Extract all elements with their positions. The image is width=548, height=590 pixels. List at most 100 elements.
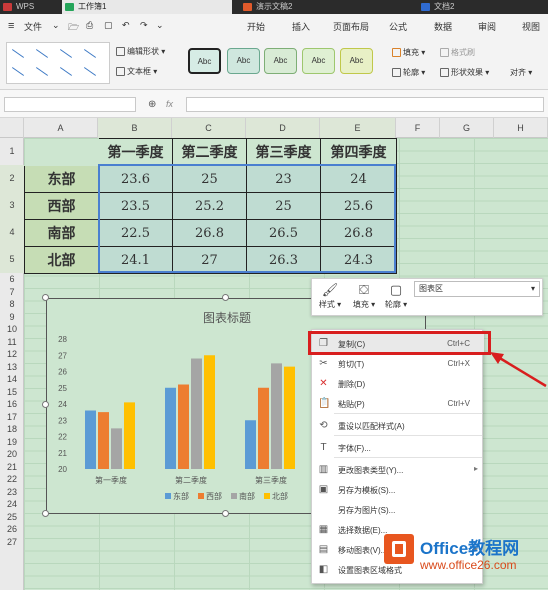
bar-南部[interactable] [111,428,122,469]
line-shape-icon[interactable] [11,49,25,58]
table-cell[interactable]: 24.1 [98,246,173,274]
chevron-down-icon[interactable]: ⌄ [52,20,60,31]
tab-workbook[interactable]: 工作簿1 [62,0,232,14]
row-header[interactable]: 12 [0,348,24,361]
resize-handle[interactable] [42,510,49,517]
row-header[interactable]: 3 [0,192,24,219]
column-header-h[interactable]: H [494,118,548,138]
row-header[interactable]: 16 [0,398,24,411]
row-header[interactable]: 4 [0,219,24,246]
shape-style-5[interactable]: Abc [340,48,373,74]
row-header[interactable]: 8 [0,298,24,311]
table-cell[interactable]: 24 [320,165,397,193]
column-header-e[interactable]: E [320,118,396,138]
tab-home[interactable]: 开始 [247,20,265,33]
redo-icon[interactable]: ↷ [140,20,148,31]
menu-item[interactable]: T 字体(F)... [312,438,484,457]
column-header-c[interactable]: C [172,118,246,138]
row-header[interactable]: 13 [0,361,24,374]
fill-button[interactable]: ⛋ 填充 ▾ [348,281,380,310]
row-header[interactable]: 7 [0,286,24,299]
column-header-b[interactable]: B [98,118,172,138]
table-cell[interactable]: 26.3 [246,246,321,274]
select-all-corner[interactable] [0,118,24,138]
resize-handle[interactable] [42,401,49,408]
format-painter-button[interactable]: 格式刷 [440,47,475,58]
edit-shape-button[interactable]: 编辑形状 ▾ [116,46,165,57]
align-button[interactable]: 对齐 ▾ [510,67,532,78]
menu-item[interactable]: ✕ 删除(D) [312,374,484,393]
table-cell[interactable]: 23.5 [98,192,173,220]
fill-button[interactable]: 填充 ▾ [392,47,425,58]
bar-西部[interactable] [178,384,189,470]
row-header[interactable]: 18 [0,423,24,436]
row-header[interactable]: 27 [0,536,24,549]
bar-东部[interactable] [245,420,256,469]
table-cell[interactable]: 25.2 [172,192,247,220]
tab-formulas[interactable]: 公式 [389,20,407,33]
row-header[interactable]: 2 [0,165,24,192]
open-icon[interactable]: 🗁 [68,20,79,36]
line-shape-icon[interactable] [83,67,97,76]
row-header[interactable]: 22 [0,473,24,486]
row-label-cell[interactable]: 西部 [24,192,99,220]
line-shape-icon[interactable] [35,67,49,76]
name-box[interactable] [4,97,136,112]
table-cell[interactable]: 26.8 [172,219,247,247]
tab-data[interactable]: 数据 [434,20,452,33]
table-cell[interactable]: 26.5 [246,219,321,247]
tab-document[interactable]: 文档2 [418,0,548,14]
column-header-a[interactable]: A [24,118,98,138]
table-corner-cell[interactable] [24,138,99,166]
table-cell[interactable]: 25.6 [320,192,397,220]
shape-style-2[interactable]: Abc [227,48,260,74]
resize-handle[interactable] [222,510,229,517]
row-header[interactable]: 24 [0,498,24,511]
line-shape-icon[interactable] [35,49,49,58]
menu-item[interactable]: ▣ 另存为模板(S)... [312,480,484,499]
tab-review[interactable]: 审阅 [478,20,496,33]
table-cell[interactable]: 23.6 [98,165,173,193]
table-cell[interactable]: 26.8 [320,219,397,247]
shape-effects-button[interactable]: 形状效果 ▾ [440,67,489,78]
style-button[interactable]: 🖌 样式 ▾ [314,281,346,310]
resize-handle[interactable] [222,294,229,301]
tab-presentation[interactable]: 演示文稿2 [240,0,410,14]
row-header[interactable]: 1 [0,138,24,165]
bar-北部[interactable] [204,355,215,469]
line-shape-icon[interactable] [59,67,73,76]
textbox-button[interactable]: 文本框 ▾ [116,66,157,77]
menu-item[interactable]: ▥ 更改图表类型(Y)... ▸ [312,460,484,479]
column-header-g[interactable]: G [440,118,494,138]
shape-style-1[interactable]: Abc [188,48,221,74]
line-shape-icon[interactable] [83,49,97,58]
outline-button[interactable]: 轮廓 ▾ [392,67,425,78]
shape-style-4[interactable]: Abc [302,48,335,74]
column-header-d[interactable]: D [246,118,320,138]
row-label-cell[interactable]: 东部 [24,165,99,193]
table-cell[interactable]: 24.3 [320,246,397,274]
bar-东部[interactable] [85,410,96,470]
row-header[interactable]: 14 [0,373,24,386]
table-cell[interactable]: 25 [246,192,321,220]
row-label-cell[interactable]: 南部 [24,219,99,247]
table-cell[interactable]: 27 [172,246,247,274]
bar-南部[interactable] [191,358,202,470]
table-cell[interactable]: 23 [246,165,321,193]
row-label-cell[interactable]: 北部 [24,246,99,274]
preview-icon[interactable]: ▢ [104,20,113,31]
table-header-cell[interactable]: 第一季度 [98,138,173,166]
row-header[interactable]: 21 [0,461,24,474]
wps-tab[interactable]: WPS [0,0,52,14]
tab-page-layout[interactable]: 页面布局 [333,20,369,33]
menu-item[interactable]: ✂ 剪切(T) Ctrl+X [312,354,484,373]
bar-北部[interactable] [284,366,295,469]
row-header[interactable]: 10 [0,323,24,336]
table-header-cell[interactable]: 第四季度 [320,138,397,166]
row-header[interactable]: 26 [0,523,24,536]
column-header-f[interactable]: F [396,118,440,138]
table-cell[interactable]: 25 [172,165,247,193]
row-header[interactable]: 17 [0,411,24,424]
bar-西部[interactable] [98,412,109,469]
bar-北部[interactable] [124,402,135,469]
